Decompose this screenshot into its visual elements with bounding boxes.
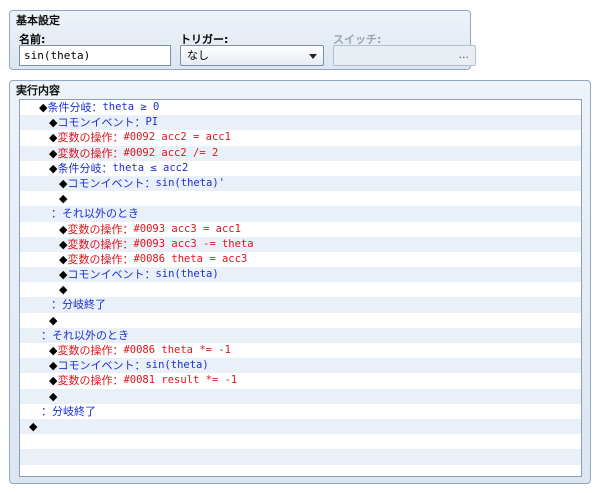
command-separator: ：: [101, 161, 113, 175]
command-label: 条件分岐: [57, 161, 102, 175]
command-diamond-icon: ◆: [59, 283, 68, 297]
command-label: それ以外のとき: [52, 328, 129, 342]
command-text: theta ≤ acc2: [112, 161, 189, 174]
command-row[interactable]: ◆: [20, 418, 581, 435]
command-row[interactable]: ◆変数の操作：#0086 theta = acc3: [20, 251, 581, 268]
command-separator: ：: [144, 268, 156, 282]
command-separator: ：: [112, 344, 124, 357]
command-separator: ：: [122, 237, 134, 251]
command-list[interactable]: ◆条件分岐：theta ≥ 0 ◆コモンイベント：PI ◆変数の操作：#0092 a…: [19, 99, 582, 477]
command-separator: ：: [122, 222, 134, 236]
command-diamond-icon: ◆: [29, 419, 38, 433]
command-separator: ：: [134, 359, 146, 373]
command-row[interactable]: ：それ以外のとき: [20, 327, 581, 343]
basic-settings-panel: 基本設定 名前: sin(theta) トリガー: なし スイッチ: ...: [9, 10, 476, 70]
command-text: theta ≥ 0: [102, 101, 160, 113]
command-text: #0093 acc3 -= theta: [133, 237, 254, 250]
command-label: 変数の操作: [57, 344, 113, 357]
command-label: コモンイベント: [67, 176, 145, 190]
command-label: 分岐終了: [62, 298, 106, 312]
command-label: 変数の操作: [57, 374, 113, 388]
command-text: #0086 theta *= -1: [123, 344, 231, 356]
command-row[interactable]: ◆: [20, 282, 581, 298]
branch-marker: ：: [41, 328, 52, 342]
command-row[interactable]: ◆: [20, 388, 581, 404]
command-separator: ：: [122, 252, 134, 266]
branch-marker: ：: [41, 404, 52, 418]
command-label: コモンイベント: [57, 359, 135, 373]
command-text: PI: [145, 116, 159, 129]
execution-content-title: 実行内容: [16, 84, 60, 97]
branch-marker: ：: [51, 207, 62, 221]
command-text: sin(theta): [145, 359, 209, 372]
command-row[interactable]: ◆: [20, 191, 581, 207]
basic-settings-title: 基本設定: [16, 14, 60, 27]
command-row[interactable]: ◆変数の操作：#0086 theta *= -1: [20, 343, 581, 359]
command-row[interactable]: ◆変数の操作：#0093 acc3 -= theta: [20, 236, 581, 252]
trigger-select[interactable]: なし: [180, 45, 324, 66]
command-separator: ：: [112, 146, 124, 160]
command-row[interactable]: [20, 464, 581, 476]
command-separator: ：: [112, 131, 124, 145]
command-separator: ：: [144, 176, 156, 190]
command-row[interactable]: ◆変数の操作：#0081 result *= -1: [20, 373, 581, 389]
command-row[interactable]: ◆コモンイベント：sin(theta): [20, 358, 581, 374]
command-text: sin(theta): [155, 268, 219, 281]
command-row[interactable]: ◆: [20, 312, 581, 328]
command-separator: ：: [112, 374, 124, 388]
command-text: sin(theta)': [155, 176, 226, 189]
command-row[interactable]: ◆条件分岐：theta ≤ acc2: [20, 160, 581, 176]
command-label: 変数の操作: [57, 131, 113, 145]
command-label: コモンイベント: [57, 116, 135, 130]
branch-marker: ：: [51, 298, 62, 312]
command-separator: ：: [91, 101, 103, 114]
command-label: 変数の操作: [67, 222, 123, 236]
switch-field[interactable]: ...: [333, 45, 476, 66]
command-diamond-icon: ◆: [49, 389, 58, 403]
command-diamond-icon: ◆: [59, 192, 68, 206]
command-text: #0092 acc2 = acc1: [123, 131, 231, 144]
command-label: 変数の操作: [67, 252, 123, 266]
command-separator: ：: [134, 116, 146, 130]
command-row[interactable]: ◆変数の操作：#0093 acc3 = acc1: [20, 221, 581, 237]
execution-content-panel: 実行内容 ◆条件分岐：theta ≥ 0 ◆コモンイベント：PI ◆変数の操作：#0…: [9, 80, 591, 484]
command-row[interactable]: ◆コモンイベント：sin(theta): [20, 267, 581, 283]
name-input[interactable]: sin(theta): [19, 45, 171, 66]
command-label: コモンイベント: [67, 268, 145, 282]
command-diamond-icon: ◆: [49, 313, 58, 327]
command-text: #0081 result *= -1: [123, 374, 238, 387]
command-row[interactable]: ◆変数の操作：#0092 acc2 = acc1: [20, 130, 581, 146]
command-row[interactable]: [20, 449, 581, 465]
command-row[interactable]: ：分岐終了: [20, 403, 581, 419]
command-row[interactable]: ：分岐終了: [20, 297, 581, 313]
command-row[interactable]: ◆条件分岐：theta ≥ 0: [20, 100, 581, 116]
command-row[interactable]: ◆コモンイベント：sin(theta)': [20, 175, 581, 192]
chevron-down-icon: [309, 54, 317, 59]
switch-browse-button[interactable]: ...: [459, 48, 470, 61]
command-text: #0092 acc2 /= 2: [123, 146, 219, 159]
command-row[interactable]: ：それ以外のとき: [20, 206, 581, 222]
command-label: 変数の操作: [67, 237, 123, 251]
command-row[interactable]: ◆コモンイベント：PI: [20, 115, 581, 131]
command-text: #0093 acc3 = acc1: [133, 222, 241, 235]
command-label: それ以外のとき: [62, 207, 139, 221]
command-row[interactable]: ◆変数の操作：#0092 acc2 /= 2: [20, 145, 581, 161]
command-label: 条件分岐: [47, 101, 92, 114]
command-label: 変数の操作: [57, 146, 113, 160]
command-label: 分岐終了: [52, 404, 96, 418]
command-text: #0086 theta = acc3: [133, 252, 248, 265]
command-row[interactable]: [20, 434, 581, 450]
trigger-select-value: なし: [187, 49, 209, 62]
